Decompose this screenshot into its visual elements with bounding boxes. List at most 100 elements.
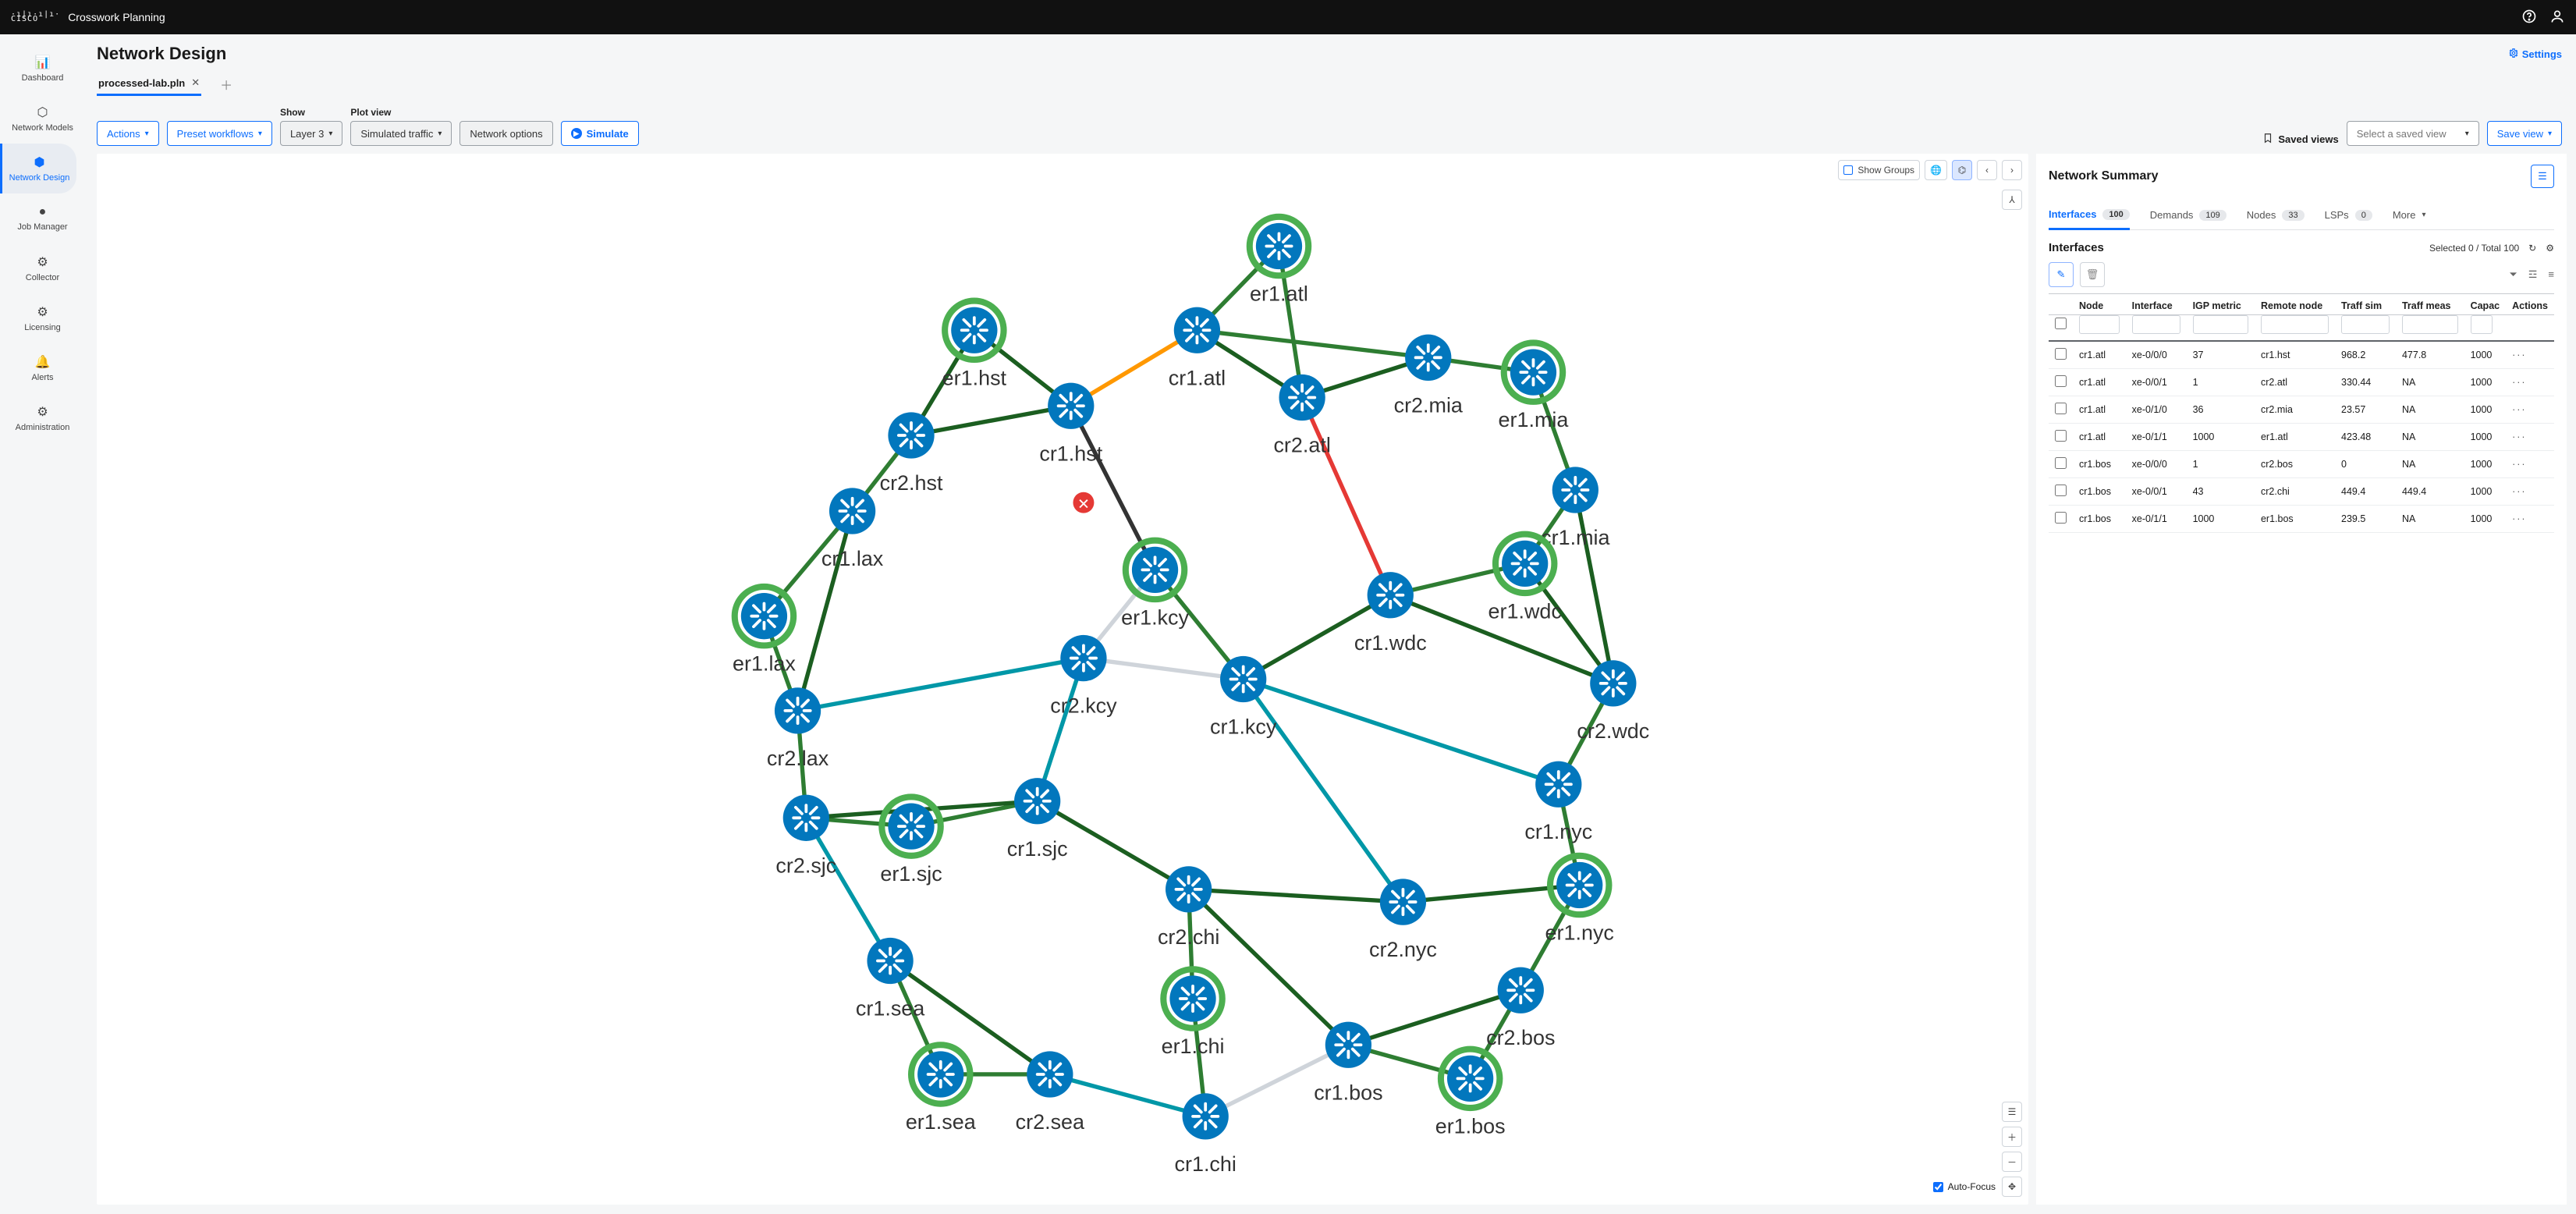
nav-item-dashboard[interactable]: 📊Dashboard bbox=[0, 44, 83, 94]
row-checkbox[interactable] bbox=[2055, 485, 2067, 496]
node-er1.wdc[interactable]: er1.wdc bbox=[1488, 534, 1562, 623]
auto-focus-checkbox[interactable] bbox=[1933, 1182, 1943, 1192]
zoom-out-button[interactable]: － bbox=[2002, 1152, 2022, 1172]
density-icon[interactable]: ≡ bbox=[2548, 268, 2554, 281]
topology-canvas[interactable]: Show Groups 🌐 ⌬ ‹ › ⅄ ☰ ＋ － Auto-Focus ✥ bbox=[97, 154, 2028, 1205]
plot-view-select[interactable]: Simulated traffic▾ bbox=[350, 121, 452, 146]
node-er1.hst[interactable]: er1.hst bbox=[942, 301, 1007, 390]
node-cr2.atl[interactable]: cr2.atl bbox=[1272, 368, 1331, 457]
node-cr2.chi[interactable]: cr2.chi bbox=[1158, 860, 1219, 949]
columns-icon[interactable]: ☲ bbox=[2528, 268, 2538, 281]
saved-view-select[interactable]: Select a saved view▾ bbox=[2347, 121, 2479, 146]
link-cr1.hst-cr2.hst[interactable] bbox=[911, 406, 1071, 435]
row-actions-button[interactable]: ··· bbox=[2512, 431, 2527, 442]
node-cr1.lax[interactable]: cr1.lax bbox=[821, 481, 884, 570]
link-cr2.kcy-cr1.kcy[interactable] bbox=[1084, 658, 1244, 680]
col-traff-sim[interactable]: Traff sim bbox=[2335, 294, 2396, 315]
nav-forward-button[interactable]: › bbox=[2002, 160, 2022, 180]
filter-traff-meas[interactable] bbox=[2402, 315, 2458, 334]
col-traff-meas[interactable]: Traff meas bbox=[2396, 294, 2464, 315]
node-cr1.nyc[interactable]: cr1.nyc bbox=[1524, 754, 1592, 843]
horizontal-scrollbar[interactable] bbox=[2049, 1183, 2554, 1194]
recenter-button[interactable]: ✥ bbox=[2002, 1177, 2022, 1197]
row-checkbox[interactable] bbox=[2055, 375, 2067, 387]
filter-capac[interactable] bbox=[2471, 315, 2493, 334]
node-cr1.mia[interactable]: cr1.mia bbox=[1541, 460, 1609, 549]
node-er1.sjc[interactable]: er1.sjc bbox=[880, 797, 942, 886]
link-cr1.kcy-cr1.nyc[interactable] bbox=[1244, 680, 1559, 785]
nav-item-licensing[interactable]: ⚙Licensing bbox=[0, 293, 83, 343]
table-row[interactable]: cr1.atl xe-0/0/1 1 cr2.atl 330.44 NA 100… bbox=[2049, 369, 2554, 396]
refresh-icon[interactable]: ↻ bbox=[2528, 243, 2536, 254]
node-cr2.mia[interactable]: cr2.mia bbox=[1394, 328, 1463, 417]
tab-more[interactable]: More ▾ bbox=[2393, 204, 2426, 229]
link-cr2.nyc-cr2.chi[interactable] bbox=[1189, 889, 1403, 902]
col-igp-metric[interactable]: IGP metric bbox=[2187, 294, 2255, 315]
filter-remote-node[interactable] bbox=[2261, 315, 2329, 334]
col-interface[interactable]: Interface bbox=[2126, 294, 2187, 315]
col-capac[interactable]: Capac bbox=[2464, 294, 2507, 315]
row-checkbox[interactable] bbox=[2055, 457, 2067, 469]
node-cr2.wdc[interactable]: cr2.wdc bbox=[1577, 654, 1649, 743]
show-groups-toggle[interactable]: Show Groups bbox=[1838, 160, 1920, 180]
actions-button[interactable]: Actions▾ bbox=[97, 121, 159, 146]
select-all-checkbox[interactable] bbox=[2055, 318, 2067, 329]
nav-item-network-models[interactable]: ⬡Network Models bbox=[0, 94, 83, 144]
table-row[interactable]: cr1.bos xe-0/0/0 1 cr2.bos 0 NA 1000 ··· bbox=[2049, 451, 2554, 478]
simulate-button[interactable]: ▶Simulate bbox=[561, 121, 639, 146]
table-row[interactable]: cr1.atl xe-0/0/0 37 cr1.hst 968.2 477.8 … bbox=[2049, 341, 2554, 369]
node-er1.lax[interactable]: er1.lax bbox=[733, 587, 796, 676]
settings-link[interactable]: Settings bbox=[2508, 48, 2562, 61]
show-select[interactable]: Layer 3▾ bbox=[280, 121, 342, 146]
filter-node[interactable] bbox=[2079, 315, 2120, 334]
node-cr1.kcy[interactable]: cr1.kcy bbox=[1210, 650, 1277, 739]
row-actions-button[interactable]: ··· bbox=[2512, 459, 2527, 470]
node-er1.mia[interactable]: er1.mia bbox=[1499, 343, 1569, 431]
nav-item-alerts[interactable]: 🔔Alerts bbox=[0, 343, 83, 393]
node-cr1.chi[interactable]: cr1.chi bbox=[1175, 1087, 1237, 1176]
table-row[interactable]: cr1.atl xe-0/1/0 36 cr2.mia 23.57 NA 100… bbox=[2049, 396, 2554, 424]
node-cr2.hst[interactable]: cr2.hst bbox=[880, 406, 943, 495]
network-options-button[interactable]: Network options bbox=[459, 121, 552, 146]
nav-item-collector[interactable]: ⚙Collector bbox=[0, 243, 83, 293]
auto-focus-toggle[interactable]: Auto-Focus bbox=[1933, 1181, 1996, 1192]
row-actions-button[interactable]: ··· bbox=[2512, 350, 2527, 360]
file-tab-active[interactable]: processed-lab.pln ✕ bbox=[97, 72, 201, 96]
table-row[interactable]: cr1.bos xe-0/1/1 1000 er1.bos 239.5 NA 1… bbox=[2049, 506, 2554, 533]
node-cr2.sjc[interactable]: cr2.sjc bbox=[775, 789, 836, 878]
node-cr2.kcy[interactable]: cr2.kcy bbox=[1050, 629, 1117, 718]
add-tab-button[interactable]: ＋ bbox=[220, 75, 232, 94]
node-er1.nyc[interactable]: er1.nyc bbox=[1545, 856, 1614, 945]
nav-item-administration[interactable]: ⚙Administration bbox=[0, 393, 83, 443]
row-actions-button[interactable]: ··· bbox=[2512, 404, 2527, 415]
link-cr2.lax-cr2.kcy[interactable] bbox=[798, 658, 1084, 711]
col-node[interactable]: Node bbox=[2073, 294, 2126, 315]
node-er1.atl[interactable]: er1.atl bbox=[1250, 217, 1308, 306]
tab-interfaces[interactable]: Interfaces100 bbox=[2049, 204, 2130, 230]
row-actions-button[interactable]: ··· bbox=[2512, 486, 2527, 497]
edit-button[interactable]: ✎ bbox=[2049, 262, 2074, 287]
row-actions-button[interactable]: ··· bbox=[2512, 513, 2527, 524]
col-remote-node[interactable]: Remote node bbox=[2255, 294, 2335, 315]
delete-button[interactable]: 🗑 bbox=[2080, 262, 2105, 287]
help-icon[interactable] bbox=[2521, 9, 2537, 27]
topology-svg[interactable]: er1.atl cr1.atl cr2.atl cr2.mia er1.mia … bbox=[97, 154, 2028, 1205]
row-actions-button[interactable]: ··· bbox=[2512, 377, 2527, 388]
summary-list-toggle[interactable]: ☰ bbox=[2531, 165, 2554, 188]
close-icon[interactable]: ✕ bbox=[191, 76, 200, 89]
world-view-button[interactable]: 🌐 bbox=[1925, 160, 1947, 180]
filter-traff-sim[interactable] bbox=[2341, 315, 2390, 334]
col-actions[interactable]: Actions bbox=[2506, 294, 2554, 315]
table-row[interactable]: cr1.atl xe-0/1/1 1000 er1.atl 423.48 NA … bbox=[2049, 424, 2554, 451]
save-view-button[interactable]: Save view▾ bbox=[2487, 121, 2562, 146]
link-cr2.atl-cr1.wdc[interactable] bbox=[1302, 398, 1390, 595]
row-checkbox[interactable] bbox=[2055, 512, 2067, 524]
node-cr1.bos[interactable]: cr1.bos bbox=[1314, 1016, 1382, 1105]
link-cr1.kcy-cr2.nyc[interactable] bbox=[1244, 680, 1403, 903]
row-checkbox[interactable] bbox=[2055, 403, 2067, 414]
user-icon[interactable] bbox=[2549, 9, 2565, 27]
nav-item-job-manager[interactable]: ●Job Manager bbox=[0, 193, 83, 243]
layout-button[interactable]: ⅄ bbox=[2002, 190, 2022, 210]
link-cr2.sjc-cr1.sea[interactable] bbox=[806, 818, 890, 960]
node-cr2.bos[interactable]: cr2.bos bbox=[1486, 960, 1555, 1049]
